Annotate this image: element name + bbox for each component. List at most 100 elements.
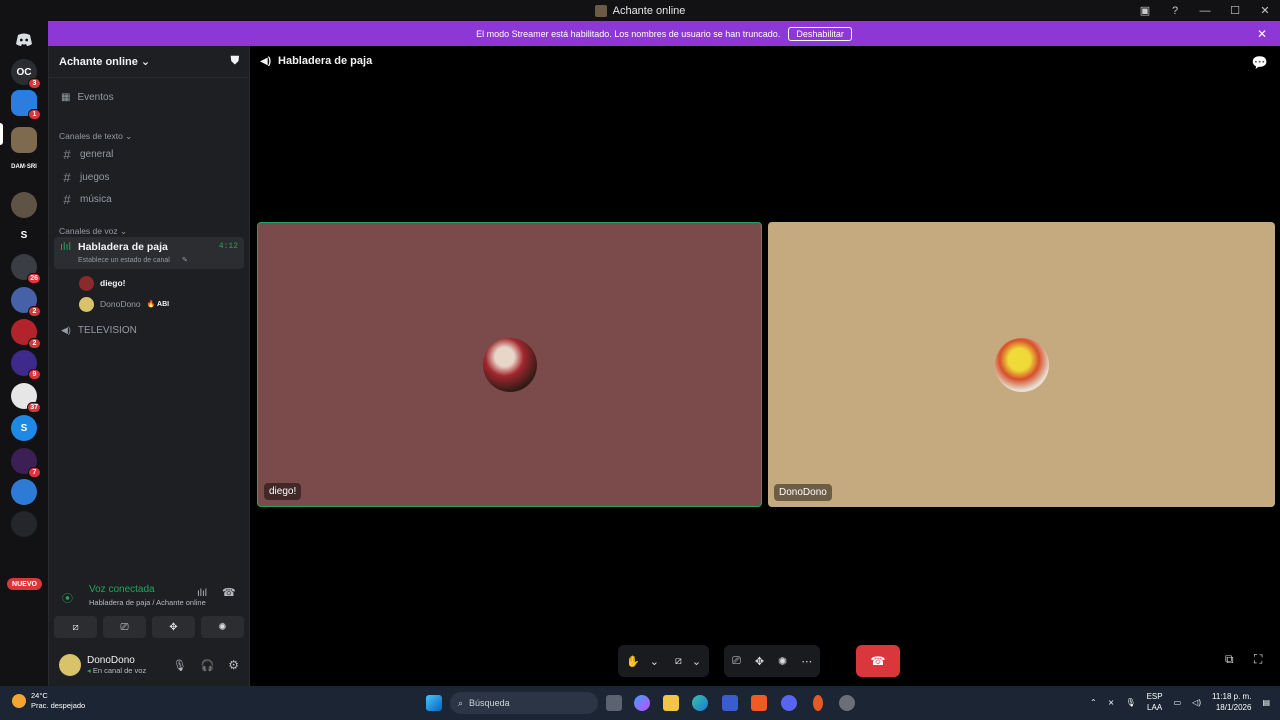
voice-user-donodono[interactable]: DonoDono 🔥 ABI <box>79 295 169 313</box>
soundboard-icon[interactable]: ✺ <box>778 655 787 668</box>
server-stack[interactable] <box>11 479 37 505</box>
chevron-down-icon[interactable]: ⌄ <box>692 655 701 668</box>
call-header: ◀) Habladera de paja <box>260 55 372 67</box>
speaker-icon: ◂ <box>87 666 91 675</box>
voice-status[interactable]: Voz conectada <box>89 584 155 595</box>
gear-icon[interactable]: ⚙ <box>228 658 239 672</box>
username: DonoDono <box>87 655 135 666</box>
server-skype[interactable]: S <box>11 415 37 441</box>
camera-off-button[interactable]: ⧄ <box>54 616 97 638</box>
screen-share-icon[interactable]: ⎚ <box>732 655 741 668</box>
file-explorer-icon[interactable] <box>663 695 679 711</box>
invite-icon[interactable]: ⛊ <box>231 55 239 68</box>
user-panel: DonoDono ◂ En canal de voz 🎙 🎧 ⚙ <box>49 644 249 686</box>
brave-icon[interactable] <box>751 695 767 711</box>
channel-general[interactable]: # general <box>54 144 244 165</box>
headphones-icon[interactable]: 🎧 <box>201 659 215 672</box>
more-icon[interactable]: ⋯ <box>801 655 812 668</box>
channel-juegos[interactable]: # juegos <box>54 167 244 188</box>
close-window-button[interactable]: ✕ <box>1250 4 1280 17</box>
temperature: 24°C <box>31 691 48 700</box>
mic-control[interactable]: ✋ ⌄ ⧄ ⌄ <box>618 645 710 677</box>
chat-icon[interactable]: 💬 <box>1252 55 1268 71</box>
chrome-icon[interactable] <box>839 695 855 711</box>
server-yellow[interactable] <box>11 540 37 554</box>
keyboard-layout: LAA <box>1147 703 1163 712</box>
server-terra[interactable] <box>11 511 37 537</box>
camera-off-icon[interactable]: ⧄ <box>675 655 682 668</box>
noise-suppression-icon[interactable]: ılıl <box>197 588 207 599</box>
popout-icon[interactable]: ⧉ <box>1225 652 1234 667</box>
channel-status[interactable]: Establece un estado de canal <box>78 257 170 264</box>
voice-category[interactable]: Canales de voz ⌄ <box>59 226 127 237</box>
channel-musica[interactable]: # música <box>54 189 244 210</box>
voice-user-diego[interactable]: diego! <box>79 274 126 292</box>
date: 18/1/2026 <box>1215 703 1252 712</box>
server-oc[interactable]: OC 3 <box>11 59 41 89</box>
badge: 2 <box>28 338 41 349</box>
server-s[interactable]: S <box>11 222 37 248</box>
signal-icon[interactable]: ⦿ <box>62 590 73 606</box>
disconnect-icon[interactable]: ☎ <box>222 586 236 599</box>
close-icon[interactable]: ✕ <box>1257 27 1267 41</box>
server-red[interactable]: 2 <box>11 319 41 349</box>
microphone-icon[interactable]: 🎙 <box>173 659 187 672</box>
server-tv[interactable]: 26 <box>11 254 41 284</box>
search-box[interactable]: ⌕ Búsqueda <box>450 692 598 714</box>
discord-home-icon[interactable] <box>11 27 37 53</box>
participant-tile-donodono[interactable]: DonoDono <box>768 222 1275 507</box>
call-channel-title: Habladera de paja <box>278 55 373 67</box>
microphone-icon[interactable]: 🎙 <box>1125 698 1135 707</box>
calendar-icon: ▦ <box>61 92 71 103</box>
voice-channel-television[interactable]: ◀) TELEVISION <box>54 320 244 341</box>
display-icon[interactable]: ▭ <box>1174 698 1182 707</box>
soundboard-button[interactable]: ✺ <box>201 616 244 638</box>
start-icon[interactable] <box>426 695 442 711</box>
activities-icon[interactable]: ✥ <box>755 655 764 668</box>
edge-icon[interactable] <box>692 695 708 711</box>
server-collage[interactable]: 2 <box>11 287 41 317</box>
notifications-icon[interactable]: ▤ <box>1262 698 1270 707</box>
inbox-icon[interactable]: ▣ <box>1130 4 1160 17</box>
speaker-icon: ◀) <box>260 55 272 67</box>
server-list: OC 3 1 DAM·SRI S 26 2 2 9 37 S 7 NUEVO <box>0 21 48 686</box>
disable-streamer-button[interactable]: Deshabilitar <box>788 26 852 41</box>
pencil-icon[interactable]: ✎ <box>182 256 188 264</box>
microphone-icon[interactable]: ✋ <box>626 655 640 668</box>
network-icon[interactable]: ⨯ <box>1108 698 1115 707</box>
volume-icon[interactable]: ◁) <box>1192 698 1201 707</box>
title-bar: Achante online ▣ ? — ☐ ✕ <box>0 0 1280 21</box>
activities-button[interactable]: ✥ <box>152 616 195 638</box>
chevron-down-icon[interactable]: ⌄ <box>650 655 659 668</box>
server-achante[interactable] <box>11 127 37 153</box>
help-icon[interactable]: ? <box>1160 5 1190 17</box>
server-soldier[interactable] <box>11 192 37 218</box>
task-view-icon[interactable] <box>606 695 622 711</box>
copilot-icon[interactable] <box>634 695 650 711</box>
microphone-app-icon[interactable] <box>813 695 823 711</box>
call-actions: ⎚ ✥ ✺ ⋯ <box>724 645 821 677</box>
guild-header[interactable]: Achante online ⌄ ⛊ <box>49 46 249 78</box>
server-d2[interactable]: 7 <box>11 448 41 478</box>
text-category[interactable]: Canales de texto ⌄ <box>59 131 132 142</box>
server-star[interactable]: 9 <box>11 350 41 380</box>
screen-share-button[interactable]: ⎚ <box>103 616 146 638</box>
voice-channel-active[interactable]: ılıl Habladera de paja Establece un esta… <box>54 237 244 269</box>
discord-icon[interactable] <box>781 695 797 711</box>
avatar[interactable] <box>59 654 81 676</box>
avatar <box>79 296 94 312</box>
events-item[interactable]: ▦ Eventos <box>54 87 244 108</box>
weather-widget[interactable]: 24°C Prac. despejado <box>12 691 85 711</box>
server-dam-sri[interactable]: DAM·SRI <box>11 159 37 175</box>
store-icon[interactable] <box>722 695 738 711</box>
hash-icon: # <box>63 192 71 207</box>
hang-up-button[interactable]: ☎ <box>856 645 900 677</box>
fullscreen-icon[interactable]: ⛶ <box>1254 652 1262 667</box>
badge: 37 <box>27 402 41 413</box>
participant-tile-diego[interactable]: diego! <box>257 222 762 507</box>
chevron-up-icon[interactable]: ⌃ <box>1090 698 1097 707</box>
maximize-button[interactable]: ☐ <box>1220 4 1250 17</box>
minimize-button[interactable]: — <box>1190 5 1220 17</box>
server-blue[interactable]: 1 <box>11 90 41 120</box>
server-openai[interactable]: 37 <box>11 383 41 413</box>
